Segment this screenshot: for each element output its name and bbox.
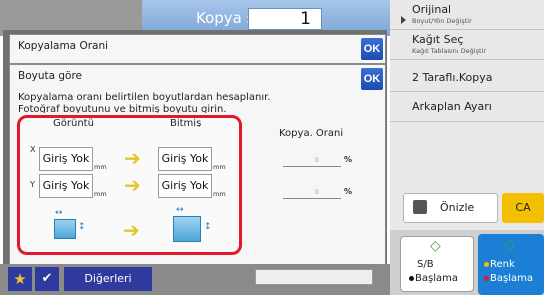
axis-label-x: X: [30, 145, 36, 154]
arrow-right-icon: ➔: [124, 173, 141, 197]
menu-item-sub: Kağıt Tablasını Değiştir: [412, 47, 487, 55]
vertical-arrows-icon: ↕: [78, 222, 86, 232]
ok-button[interactable]: OK: [361, 38, 383, 60]
dialog-title: Boyuta göre: [18, 70, 83, 82]
start-icon: ◇: [504, 237, 515, 253]
x-finished-field[interactable]: Giriş Yok: [158, 147, 212, 171]
unit-label: mm: [94, 163, 107, 171]
start-label: Başlama: [484, 273, 533, 284]
menu-item-original[interactable]: Orijinal Boyut/Yön Değiştir: [390, 0, 544, 30]
y-finished-field[interactable]: Giriş Yok: [158, 174, 212, 198]
color-start-button[interactable]: ◇ Renk Başlama: [478, 234, 544, 295]
unit-label: mm: [213, 163, 226, 171]
description-text: Fotoğraf boyutunu ve bitmiş boyutu girin…: [18, 104, 227, 113]
menu-item-label: Orijinal: [412, 3, 452, 16]
preview-icon: [413, 200, 427, 214]
description-text: Kopyalama oranı belirtilen boyutlardan h…: [18, 92, 271, 103]
horizontal-arrows-icon: ↔: [176, 205, 184, 215]
menu-item-label: Arkaplan Ayarı: [412, 100, 492, 113]
y-original-field[interactable]: Giriş Yok: [39, 174, 93, 198]
arrow-right-icon: ➔: [123, 218, 140, 242]
copies-input[interactable]: 1: [248, 8, 322, 30]
menu-item-sub: Boyut/Yön Değiştir: [412, 17, 472, 25]
ratio-y-value: 0: [315, 189, 319, 196]
axis-label-y: Y: [30, 180, 35, 189]
ratio-y-underline: [283, 198, 341, 199]
ok-button[interactable]: OK: [361, 68, 383, 90]
image-icon: [173, 216, 201, 242]
start-icon: ◇: [430, 238, 441, 254]
ratio-x-value: 0: [315, 157, 319, 164]
menu-item-paper-select[interactable]: Kağıt Seç Kağıt Tablasını Değiştir: [390, 30, 544, 60]
ratio-x-underline: [283, 166, 341, 167]
clear-all-button[interactable]: CA: [502, 193, 544, 223]
others-button[interactable]: Diğerleri: [64, 267, 152, 291]
menu-item-label: 2 Taraflı.Kopya: [412, 71, 493, 84]
percent-label: %: [344, 155, 353, 164]
dialog-title: Kopyalama Orani: [18, 40, 109, 52]
play-icon: [401, 16, 406, 24]
arrow-right-icon: ➔: [124, 146, 141, 170]
check-button[interactable]: ✔: [35, 267, 59, 291]
vertical-arrows-icon: ↕: [204, 222, 212, 232]
scroll-slider[interactable]: [255, 269, 373, 285]
favorite-button[interactable]: ★: [8, 267, 32, 291]
column-label-original: Görüntü: [53, 118, 94, 127]
color-label: Renk: [484, 259, 515, 270]
star-icon: ★: [13, 270, 27, 288]
menu-item-label: Kağıt Seç: [412, 33, 464, 46]
unit-label: mm: [94, 190, 107, 198]
column-label-finished: Bitmiş: [170, 118, 202, 127]
image-icon: [54, 219, 76, 239]
bw-label: S/B: [417, 259, 434, 270]
x-original-field[interactable]: Giriş Yok: [39, 147, 93, 171]
menu-item-duplex-copy[interactable]: 2 Taraflı.Kopya: [390, 60, 544, 92]
start-label: Başlama: [409, 273, 458, 284]
copy-ratio-label: Kopya. Orani: [279, 128, 344, 139]
percent-label: %: [344, 187, 353, 196]
bw-start-button[interactable]: ◇ S/B Başlama: [400, 236, 474, 292]
unit-label: mm: [213, 190, 226, 198]
preview-label: Önizle: [440, 201, 475, 214]
horizontal-arrows-icon: ↔: [55, 208, 63, 218]
check-icon: ✔: [41, 271, 53, 286]
menu-item-background[interactable]: Arkaplan Ayarı: [390, 92, 544, 122]
